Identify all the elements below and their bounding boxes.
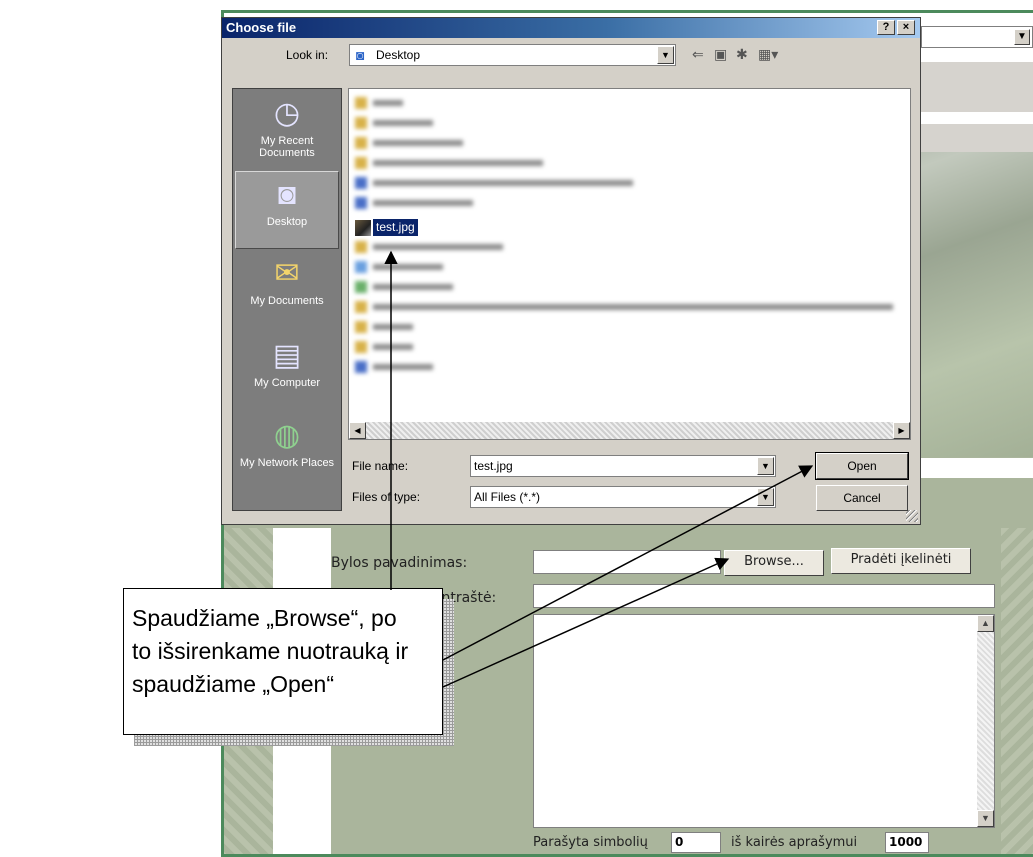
callout-line: Spaudžiame „Browse“, po bbox=[132, 605, 397, 631]
place-my-computer[interactable]: ▤ My Computer bbox=[235, 333, 339, 411]
back-arrow-icon[interactable]: ⇐ bbox=[692, 46, 704, 62]
new-folder-icon[interactable]: ✱ bbox=[736, 46, 748, 62]
places-bar: ◷ My Recent Documents ◙ Desktop ✉ My Doc… bbox=[232, 88, 342, 511]
page-right-decoration bbox=[1001, 528, 1033, 857]
place-label: My Network Places bbox=[239, 457, 335, 469]
desktop-icon: ◙ bbox=[356, 47, 365, 63]
open-button[interactable]: Open bbox=[815, 452, 909, 480]
place-recent-documents[interactable]: ◷ My Recent Documents bbox=[235, 91, 339, 169]
file-name-input[interactable]: test.jpg ▼ bbox=[470, 455, 776, 477]
file-name-label: File name: bbox=[352, 459, 409, 473]
chevron-down-icon[interactable]: ▼ bbox=[657, 46, 674, 64]
chevron-down-icon[interactable]: ▼ bbox=[757, 488, 774, 506]
file-type-dropdown[interactable]: All Files (*.*) ▼ bbox=[470, 486, 776, 508]
scroll-up-icon[interactable]: ▲ bbox=[977, 615, 994, 632]
place-label: My Recent Documents bbox=[259, 135, 315, 159]
description-textarea[interactable]: ▲ ▼ bbox=[533, 614, 995, 828]
image-file-icon bbox=[355, 220, 371, 236]
file-list[interactable]: test.jpg ◀ ▶ bbox=[348, 88, 911, 440]
page-dropdown[interactable]: ▼ bbox=[921, 26, 1033, 48]
file-path-input[interactable] bbox=[533, 550, 721, 574]
scroll-right-icon[interactable]: ▶ bbox=[893, 422, 910, 439]
image-title-input[interactable] bbox=[533, 584, 995, 608]
dialog-title-bar[interactable]: Choose file ? × bbox=[222, 18, 920, 38]
file-item-label: test.jpg bbox=[373, 219, 418, 236]
my-computer-icon: ▤ bbox=[272, 339, 302, 372]
network-places-icon: ◍ bbox=[273, 419, 301, 452]
callout-line: spaudžiame „Open“ bbox=[132, 671, 334, 697]
recent-documents-icon: ◷ bbox=[273, 97, 301, 130]
look-in-dropdown[interactable]: ◙ Desktop ▼ bbox=[349, 44, 676, 66]
resize-grip-icon[interactable] bbox=[906, 510, 918, 522]
file-name-value: test.jpg bbox=[474, 459, 513, 473]
file-name-label: Bylos pavadinimas: bbox=[331, 555, 468, 571]
file-type-value: All Files (*.*) bbox=[474, 490, 541, 504]
chars-left-label: iš kairės aprašymui bbox=[731, 835, 858, 850]
scroll-down-icon[interactable]: ▼ bbox=[977, 810, 994, 827]
place-my-documents[interactable]: ✉ My Documents bbox=[235, 251, 339, 329]
textarea-scrollbar[interactable]: ▲ ▼ bbox=[977, 615, 994, 827]
place-desktop[interactable]: ◙ Desktop bbox=[235, 171, 339, 249]
close-button[interactable]: × bbox=[897, 20, 915, 35]
place-label: My Documents bbox=[250, 295, 324, 307]
look-in-value: Desktop bbox=[376, 48, 421, 62]
help-button[interactable]: ? bbox=[877, 20, 895, 35]
desktop-icon: ◙ bbox=[277, 178, 297, 211]
choose-file-dialog: Choose file ? × Look in: ◙ Desktop ▼ ⇐ ▣… bbox=[221, 17, 921, 525]
file-type-label: Files of type: bbox=[352, 490, 421, 504]
chars-left-counter: 1000 bbox=[885, 832, 929, 853]
place-network-places[interactable]: ◍ My Network Places bbox=[235, 413, 339, 491]
callout-line: to išsirenkame nuotrauką ir bbox=[132, 638, 409, 664]
start-upload-button[interactable]: Pradėti įkelinėti bbox=[831, 548, 971, 574]
view-menu-icon[interactable]: ▦▾ bbox=[758, 46, 778, 62]
look-in-label: Look in: bbox=[286, 48, 329, 62]
chevron-down-icon[interactable]: ▼ bbox=[757, 457, 774, 475]
chars-written-label: Parašyta simbolių bbox=[533, 835, 648, 850]
cancel-button[interactable]: Cancel bbox=[816, 485, 908, 511]
chevron-down-icon[interactable]: ▼ bbox=[1014, 29, 1030, 45]
horizontal-scrollbar[interactable]: ◀ ▶ bbox=[349, 422, 910, 439]
place-label: My Computer bbox=[253, 377, 321, 389]
my-documents-icon: ✉ bbox=[274, 257, 300, 290]
dialog-title: Choose file bbox=[226, 20, 297, 35]
scroll-left-icon[interactable]: ◀ bbox=[349, 422, 366, 439]
place-label: Desktop bbox=[266, 216, 308, 228]
up-folder-icon[interactable]: ▣ bbox=[714, 46, 727, 62]
browse-button[interactable]: Browse... bbox=[724, 550, 824, 576]
chars-written-counter: 0 bbox=[671, 832, 721, 853]
instruction-callout: Spaudžiame „Browse“, po to išsirenkame n… bbox=[123, 588, 443, 735]
